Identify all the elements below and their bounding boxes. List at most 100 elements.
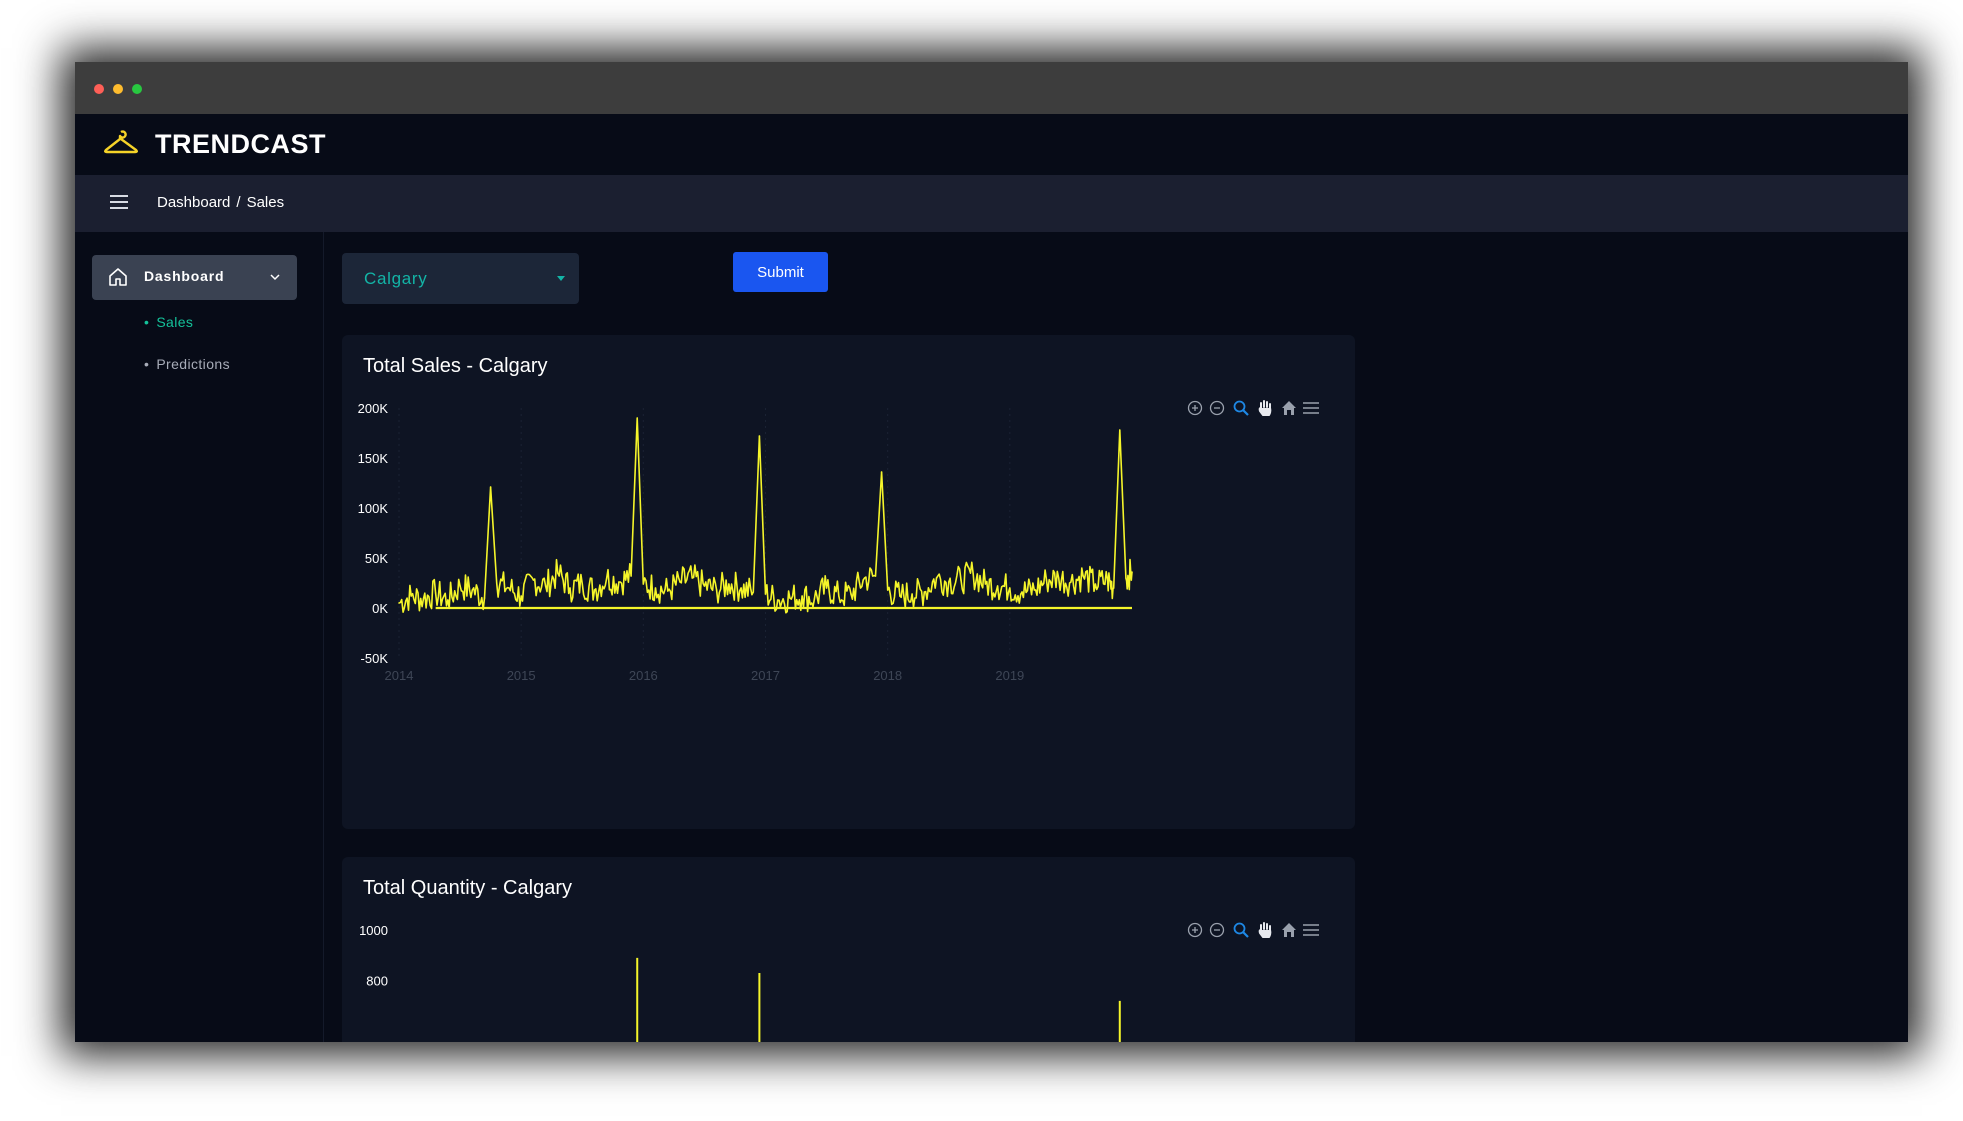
sidebar-item-predictions[interactable]: • Predictions xyxy=(144,356,230,372)
x-tick-label: 2018 xyxy=(873,668,902,683)
y-tick-label: -50K xyxy=(361,651,389,666)
close-window-button[interactable] xyxy=(94,84,104,94)
data-point xyxy=(911,593,913,595)
data-point xyxy=(740,587,742,589)
data-point xyxy=(728,583,730,585)
data-point xyxy=(825,587,828,589)
data-point xyxy=(886,589,889,591)
chevron-down-icon xyxy=(270,274,280,281)
data-point xyxy=(636,417,639,419)
city-select[interactable]: Calgary xyxy=(342,253,579,304)
data-point xyxy=(1033,589,1036,591)
sidebar: Dashboard • Sales • Predictions xyxy=(75,232,324,1042)
hanger-icon xyxy=(104,130,138,154)
data-point xyxy=(764,593,767,595)
submit-button[interactable]: Submit xyxy=(733,252,828,292)
sidebar-item-label: Predictions xyxy=(156,356,230,372)
city-select-value: Calgary xyxy=(364,269,428,288)
minimize-window-button[interactable] xyxy=(113,84,123,94)
quantity-chart-card: Total Quantity - Calgary 800 1000 xyxy=(342,857,1355,1042)
data-point xyxy=(899,595,901,597)
data-point xyxy=(630,575,632,577)
data-point xyxy=(1070,581,1072,583)
y-tick-label: 100K xyxy=(358,501,389,516)
data-point xyxy=(789,597,791,599)
data-point xyxy=(569,587,571,589)
y-tick-label: 1000 xyxy=(359,923,388,938)
data-point xyxy=(642,583,645,585)
data-point xyxy=(1125,577,1127,579)
data-point xyxy=(447,599,449,601)
data-point xyxy=(679,581,681,583)
x-tick-label: 2014 xyxy=(385,668,414,683)
data-point xyxy=(557,572,559,574)
app-header: TRENDCAST xyxy=(75,114,1908,175)
breadcrumb-bar: Dashboard / Sales xyxy=(75,175,1908,232)
data-point xyxy=(459,585,461,587)
data-point xyxy=(776,599,779,601)
data-point xyxy=(984,583,987,585)
data-point xyxy=(1112,587,1115,589)
data-point xyxy=(880,471,883,473)
quantity-line-chart: 800 1000 xyxy=(359,923,1121,1042)
data-point xyxy=(923,591,926,593)
data-point xyxy=(489,486,492,488)
x-tick-label: 2019 xyxy=(995,668,1024,683)
data-point xyxy=(434,592,437,594)
home-icon xyxy=(109,268,127,286)
maximize-window-button[interactable] xyxy=(132,84,142,94)
x-tick-label: 2015 xyxy=(507,668,536,683)
data-point xyxy=(654,587,657,589)
data-point xyxy=(1057,577,1060,579)
data-point xyxy=(758,435,761,437)
y-tick-label: 200K xyxy=(358,401,389,416)
y-tick-label: 150K xyxy=(358,451,389,466)
data-point xyxy=(532,579,535,581)
data-point xyxy=(1009,587,1011,589)
data-point xyxy=(1045,579,1048,581)
data-point xyxy=(1094,583,1097,585)
series-line xyxy=(398,417,1133,614)
sidebar-item-sales[interactable]: • Sales xyxy=(144,314,193,330)
breadcrumb-current: Sales xyxy=(246,194,285,211)
data-point xyxy=(996,585,999,587)
data-point xyxy=(605,577,608,579)
caret-down-icon xyxy=(557,276,565,281)
data-point xyxy=(520,595,522,597)
data-point xyxy=(1021,591,1023,593)
data-point xyxy=(972,573,974,575)
data-point xyxy=(410,595,413,597)
breadcrumb-dashboard-link[interactable]: Dashboard xyxy=(157,194,230,211)
data-point xyxy=(471,589,474,591)
data-point xyxy=(1131,571,1133,573)
sidebar-item-dashboard[interactable]: Dashboard xyxy=(92,255,297,300)
y-tick-label: 50K xyxy=(365,551,388,566)
data-point xyxy=(483,597,486,599)
y-tick-label: 0K xyxy=(372,601,388,616)
hamburger-menu-icon[interactable] xyxy=(110,195,128,209)
data-point xyxy=(581,583,584,585)
data-point xyxy=(947,581,950,583)
x-tick-label: 2016 xyxy=(629,668,658,683)
data-point xyxy=(1118,429,1121,431)
breadcrumb-separator: / xyxy=(236,194,241,211)
data-point xyxy=(752,591,755,593)
data-point xyxy=(495,582,498,584)
data-point xyxy=(838,595,840,597)
data-point xyxy=(422,598,425,600)
data-point xyxy=(691,577,693,579)
y-tick-label: 800 xyxy=(366,974,388,989)
sales-line-chart: 2014 2015 2016 2017 2018 2019 -50K 0K 50K 100K 150… xyxy=(358,401,1133,683)
data-point xyxy=(703,585,706,587)
data-point xyxy=(1082,575,1084,577)
data-point xyxy=(874,575,877,577)
data-point xyxy=(544,585,547,587)
sales-chart-card: Total Sales - Calgary 2014 2015 2016 2017 20… xyxy=(342,335,1355,829)
brand-name[interactable]: TRENDCAST xyxy=(155,129,326,160)
data-point xyxy=(398,602,400,604)
breadcrumb: Dashboard / Sales xyxy=(157,194,284,211)
sidebar-item-label: Dashboard xyxy=(144,268,225,284)
data-point xyxy=(850,593,852,595)
data-point xyxy=(801,595,803,597)
x-tick-label: 2017 xyxy=(751,668,780,683)
